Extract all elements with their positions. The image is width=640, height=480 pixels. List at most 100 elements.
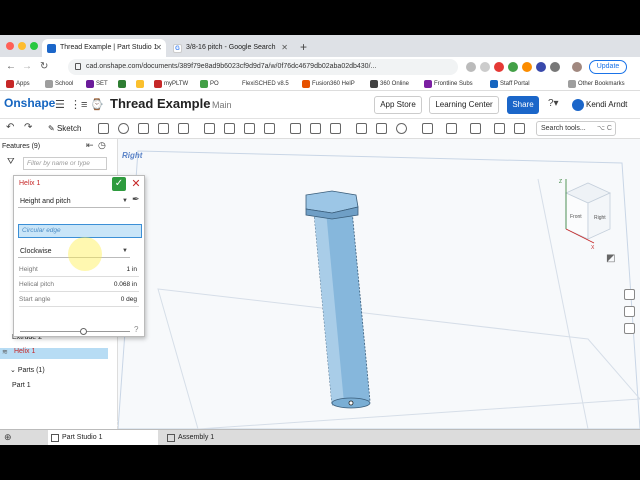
bill-of-materials-icon[interactable] xyxy=(624,306,635,317)
undo-icon[interactable]: ↶ xyxy=(6,122,14,133)
branch-name[interactable]: Main xyxy=(212,100,232,110)
bookmark-360-online[interactable]: 360 Online xyxy=(370,79,409,89)
cursor-highlight xyxy=(68,237,102,271)
forward-icon[interactable]: → xyxy=(22,61,32,72)
history-icon[interactable]: ◷ xyxy=(98,140,106,151)
close-tab-icon[interactable]: ✕ xyxy=(155,39,162,57)
thicken-icon[interactable] xyxy=(178,123,189,134)
start-angle-field[interactable]: Start angle 0 deg xyxy=(19,296,139,303)
tab-assembly-1[interactable]: Assembly 1 xyxy=(164,430,254,445)
feature-item-helix-1[interactable]: ≋ Helix 1 xyxy=(0,348,108,359)
bookmark-mypltw[interactable]: myPLTW xyxy=(154,79,188,89)
part-item-part-1[interactable]: Part 1 xyxy=(0,382,31,389)
boolean-icon[interactable] xyxy=(356,123,367,134)
extension-orange-icon[interactable] xyxy=(522,62,532,72)
user-name[interactable]: Kendi Arndt xyxy=(586,100,627,109)
url-field[interactable]: cad.onshape.com/documents/389f79e8ad9b60… xyxy=(68,59,458,75)
learning-center-button[interactable]: Learning Center xyxy=(429,96,499,114)
field-divider xyxy=(19,306,139,307)
user-avatar-icon[interactable] xyxy=(572,99,584,111)
new-tab-icon[interactable]: + xyxy=(300,40,307,54)
split-icon[interactable] xyxy=(376,123,387,134)
curve-icon[interactable] xyxy=(494,123,505,134)
share-page-icon[interactable] xyxy=(466,62,476,72)
measure-icon[interactable] xyxy=(514,123,525,134)
close-tab-icon[interactable]: ✕ xyxy=(281,39,288,57)
bookmark-po[interactable]: PO xyxy=(200,79,219,89)
bookmark-school[interactable]: School xyxy=(45,79,73,89)
extension-green-icon[interactable] xyxy=(508,62,518,72)
minimize-window-icon[interactable] xyxy=(18,42,26,50)
browser-tab-strip: Thread Example | Part Studio 1 ✕ G 3/8-1… xyxy=(0,35,640,57)
view-cube[interactable] xyxy=(565,179,611,244)
preview-slider[interactable] xyxy=(20,328,130,335)
bookmark-fusion360[interactable]: Fusion360 HelP xyxy=(302,79,355,89)
update-button[interactable]: Update xyxy=(589,60,627,74)
sweep-icon[interactable] xyxy=(138,123,149,134)
add-tab-icon[interactable]: ⊕ xyxy=(4,432,12,443)
pitch-value[interactable]: 0.068 in xyxy=(114,281,137,288)
accept-check-icon[interactable]: ✓ xyxy=(112,177,126,191)
shell-icon[interactable] xyxy=(264,123,275,134)
tab-part-studio-1[interactable]: Part Studio 1 xyxy=(48,430,158,445)
extensions-puzzle-icon[interactable] xyxy=(550,62,560,72)
revolve-icon[interactable] xyxy=(118,123,129,134)
bookmark-apps[interactable]: Apps xyxy=(6,79,30,89)
redo-icon[interactable]: ↷ xyxy=(24,122,32,133)
appearance-panel-icon[interactable] xyxy=(624,289,635,300)
hamburger-menu-icon[interactable]: ☰ xyxy=(55,98,65,111)
graphics-viewport[interactable]: Front Right X Z Right ◩ xyxy=(118,139,640,429)
bookmark-flexisched[interactable]: FlexiSCHED v8.5 xyxy=(232,79,289,89)
mate-connector-icon[interactable] xyxy=(446,123,457,134)
reload-icon[interactable]: ↻ xyxy=(40,61,48,72)
draft-icon[interactable] xyxy=(244,123,255,134)
bookmark-staff-portal[interactable]: Staff Portal xyxy=(490,79,530,89)
parts-header[interactable]: ⌄ Parts (1) xyxy=(0,366,45,374)
view-options-icon[interactable]: ◩ xyxy=(606,253,615,264)
chamfer-icon[interactable] xyxy=(224,123,235,134)
bookmark-set[interactable]: SET xyxy=(86,79,108,89)
helix-mode-select[interactable]: Height and pitch ▼ xyxy=(18,195,130,208)
pattern-icon[interactable] xyxy=(310,123,321,134)
plane-icon[interactable] xyxy=(422,123,433,134)
hole-icon[interactable] xyxy=(290,123,301,134)
configurations-icon[interactable] xyxy=(624,323,635,334)
sketch-button[interactable]: ✎ Sketch xyxy=(48,123,81,134)
slider-knob[interactable] xyxy=(80,328,87,335)
close-window-icon[interactable] xyxy=(6,42,14,50)
extension-red-icon[interactable] xyxy=(494,62,504,72)
loft-icon[interactable] xyxy=(158,123,169,134)
versions-icon[interactable]: ⌚ xyxy=(90,98,104,111)
filter-icon[interactable]: ⛛ xyxy=(7,156,15,167)
angle-value[interactable]: 0 deg xyxy=(121,296,137,303)
onshape-logo[interactable]: Onshape xyxy=(4,96,55,110)
fillet-icon[interactable] xyxy=(204,123,215,134)
bookmark-frontline[interactable]: Frontline Subs xyxy=(424,79,473,89)
mirror-icon[interactable] xyxy=(330,123,341,134)
profile-avatar-icon[interactable] xyxy=(572,62,582,72)
circular-edge-selector[interactable]: Circular edge xyxy=(18,224,142,238)
transform-icon[interactable] xyxy=(396,123,407,134)
helical-pitch-field[interactable]: Helical pitch 0.068 in xyxy=(19,281,139,288)
feature-tree-toggle-icon[interactable]: ⋮≡ xyxy=(70,98,87,111)
browser-tab-google[interactable]: G 3/8-16 pitch - Google Search ✕ xyxy=(168,39,292,57)
variable-icon[interactable] xyxy=(470,123,481,134)
search-tools-input[interactable]: Search tools... ⌥ C xyxy=(536,121,616,136)
share-button[interactable]: Share xyxy=(507,96,539,114)
star-icon[interactable] xyxy=(480,62,490,72)
extrude-icon[interactable] xyxy=(98,123,109,134)
app-store-button[interactable]: App Store xyxy=(374,96,422,114)
cancel-x-icon[interactable]: ✕ xyxy=(130,177,142,191)
document-title[interactable]: Thread Example xyxy=(110,96,210,111)
rollback-icon[interactable]: ⇤ xyxy=(86,140,94,151)
back-icon[interactable]: ← xyxy=(6,61,16,72)
bookmark-other[interactable]: Other Bookmarks xyxy=(568,79,625,89)
extension-blue-icon[interactable] xyxy=(536,62,546,72)
maximize-window-icon[interactable] xyxy=(30,42,38,50)
help-icon[interactable]: ?▾ xyxy=(548,98,559,109)
filter-features-input[interactable]: Filter by name or type xyxy=(23,157,107,170)
height-value[interactable]: 1 in xyxy=(127,266,137,273)
help-circle-icon[interactable]: ? xyxy=(134,325,138,334)
browser-tab-onshape[interactable]: Thread Example | Part Studio 1 ✕ xyxy=(42,39,166,57)
help-pen-icon[interactable]: ✒ xyxy=(132,194,140,205)
